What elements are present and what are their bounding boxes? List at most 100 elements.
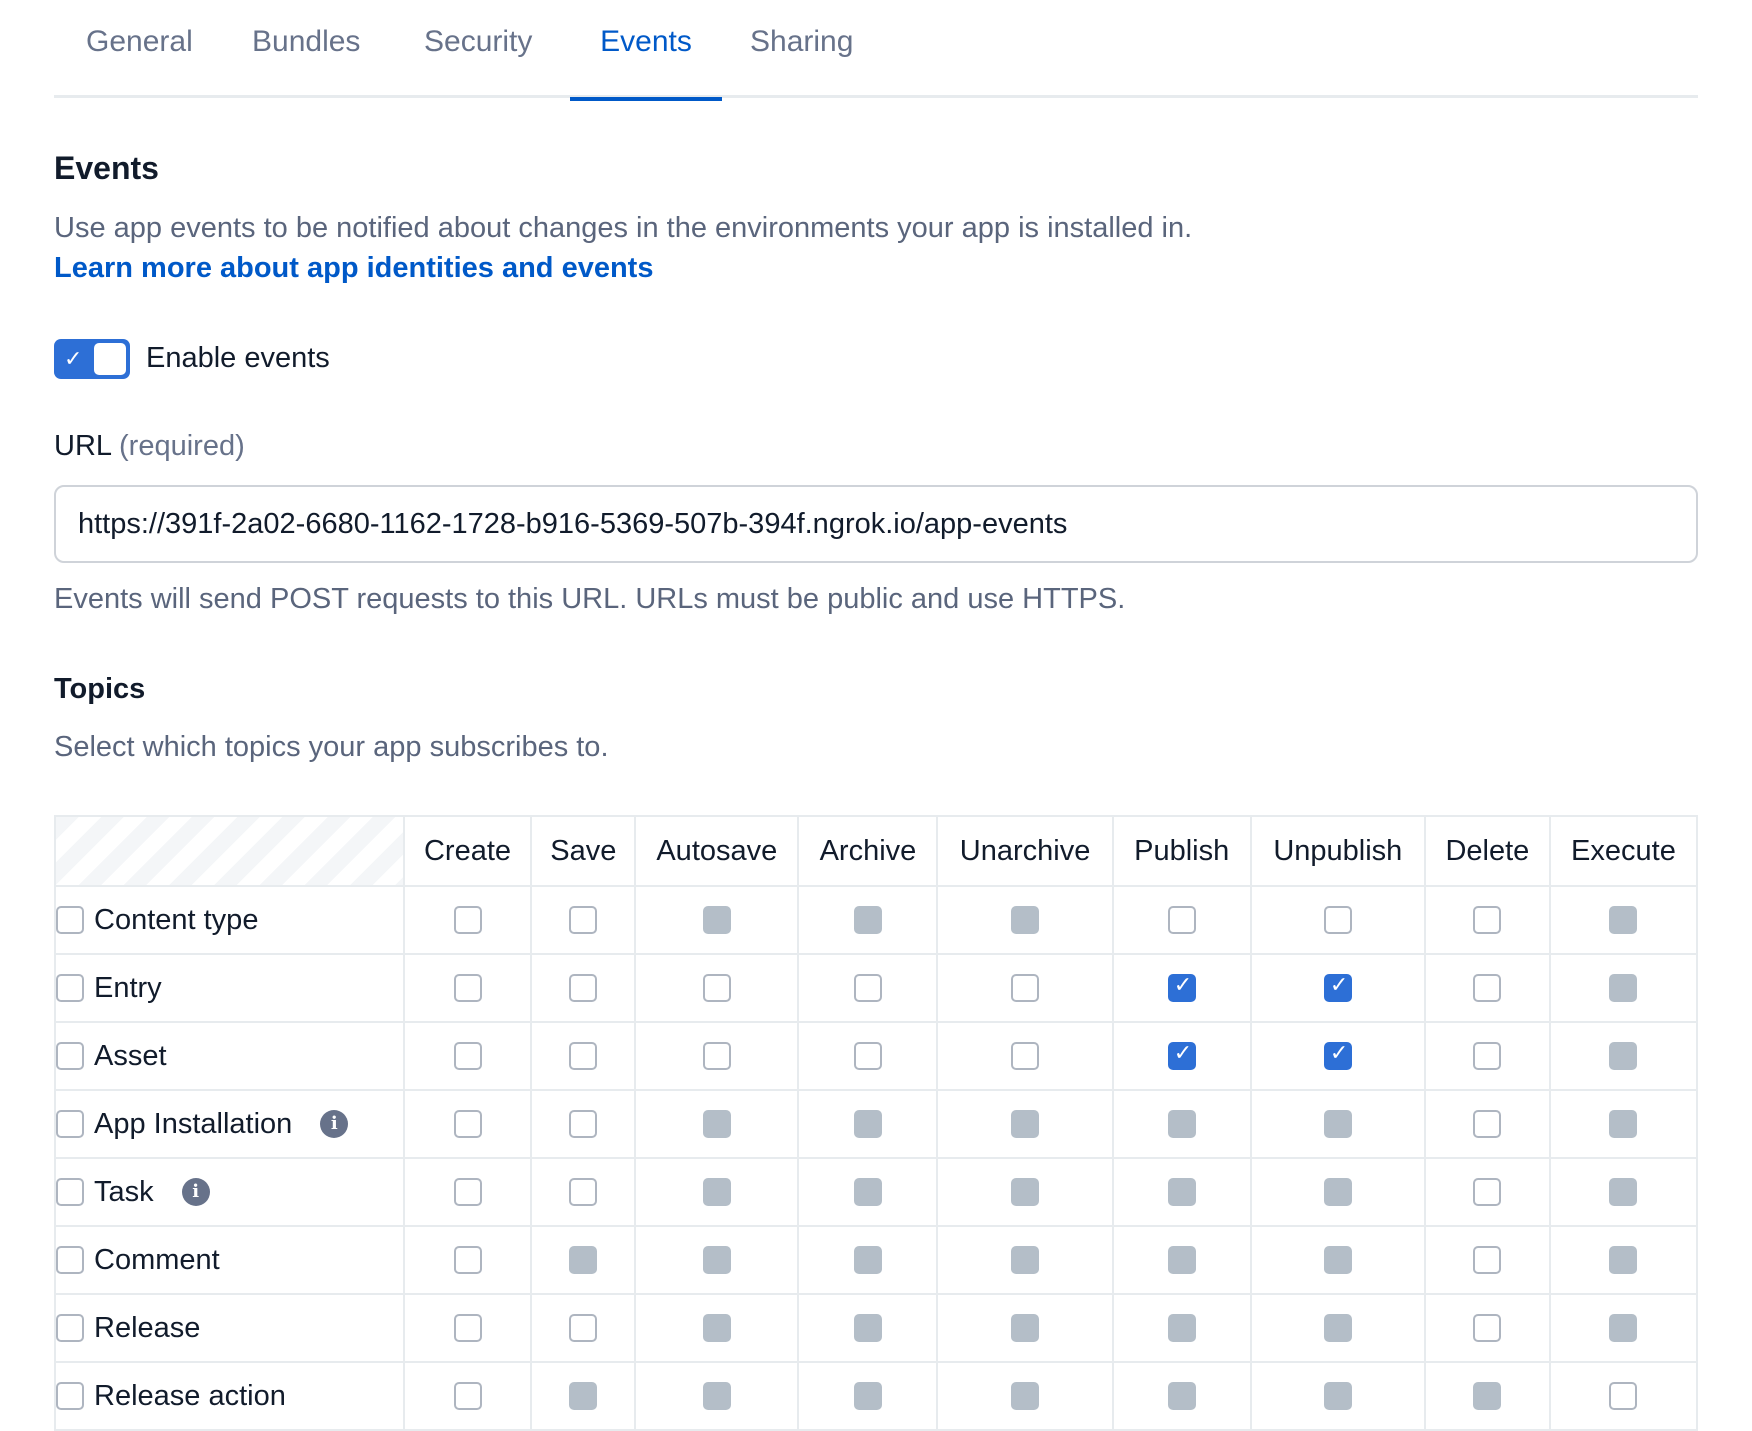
table-corner [54,815,405,887]
topic-checkbox-entry-publish[interactable] [1167,973,1196,1002]
tab-bundles[interactable]: Bundles [252,0,360,98]
topic-checkbox-app-installation-publish [1167,1110,1196,1138]
topic-checkbox-release-action-delete [1473,1382,1502,1410]
topic-checkbox-content-type-save[interactable] [569,906,598,934]
topic-checkbox-asset-create[interactable] [453,1042,482,1070]
topic-checkbox-app-installation-save[interactable] [569,1110,598,1138]
learn-more-link[interactable]: Learn more about app identities and even… [54,252,653,285]
table-cell [1111,953,1252,1023]
topic-checkbox-entry-archive[interactable] [853,974,882,1002]
topic-checkbox-comment-create[interactable] [453,1246,482,1274]
topic-checkbox-app-installation-create[interactable] [453,1110,482,1138]
row-label: App Installation [94,1107,293,1140]
topic-checkbox-release-save[interactable] [569,1314,598,1342]
topic-checkbox-app-installation-delete[interactable] [1473,1110,1502,1138]
topic-checkbox-comment-autosave [702,1246,731,1274]
row-select-all-checkbox[interactable] [56,1110,84,1138]
topic-checkbox-asset-unpublish[interactable] [1323,1041,1352,1070]
row-header-wrap: Comment [56,1244,403,1277]
table-cell [402,1225,533,1295]
row-select-all-checkbox[interactable] [56,906,84,934]
topic-checkbox-release-action-execute[interactable] [1609,1382,1638,1410]
topic-checkbox-release-autosave [702,1314,731,1342]
topics-title: Topics [54,673,146,705]
table-cell [936,1021,1114,1091]
tab-general[interactable]: General [86,0,193,98]
topic-checkbox-release-publish [1167,1314,1196,1342]
topic-checkbox-comment-delete[interactable] [1473,1246,1502,1274]
row-select-all-checkbox[interactable] [56,1382,84,1410]
topic-checkbox-task-delete[interactable] [1473,1178,1502,1206]
topic-checkbox-release-action-create[interactable] [453,1382,482,1410]
topic-checkbox-entry-create[interactable] [453,974,482,1002]
row-select-all-checkbox[interactable] [56,1178,84,1206]
topic-checkbox-entry-autosave[interactable] [702,974,731,1002]
table-cell [634,953,800,1023]
topic-checkbox-release-delete[interactable] [1473,1314,1502,1342]
topic-checkbox-entry-unpublish[interactable] [1323,973,1352,1002]
topics-table: Create Save Autosave Archive Unarchive Publis… [54,815,1699,1431]
table-cell [530,1225,637,1295]
table-cell [1111,1361,1252,1431]
tab-security[interactable]: Security [424,0,532,98]
topic-checkbox-app-installation-unarchive [1011,1110,1040,1138]
topic-checkbox-asset-archive[interactable] [853,1042,882,1070]
row-select-all-checkbox[interactable] [56,974,84,1002]
topic-checkbox-content-type-publish[interactable] [1167,906,1196,934]
table-cell [1111,1225,1252,1295]
row-select-all-checkbox[interactable] [56,1246,84,1274]
table-cell [634,1361,800,1431]
topic-checkbox-release-archive [853,1314,882,1342]
row-header-wrap: Release [56,1312,403,1345]
column-header-unarchive: Unarchive [936,815,1114,887]
topic-checkbox-task-create[interactable] [453,1178,482,1206]
info-icon[interactable]: i [320,1110,349,1138]
table-cell [936,1361,1114,1431]
row-select-all-checkbox[interactable] [56,1042,84,1070]
topic-checkbox-release-create[interactable] [453,1314,482,1342]
topic-checkbox-content-type-delete[interactable] [1473,906,1502,934]
topic-checkbox-entry-save[interactable] [569,974,598,1002]
topic-checkbox-asset-delete[interactable] [1473,1042,1502,1070]
topic-checkbox-asset-publish[interactable] [1167,1041,1196,1070]
row-label: Content type [94,903,259,936]
table-cell [634,1021,800,1091]
table-cell [936,885,1114,955]
table-cell [402,953,533,1023]
table-cell [530,1293,637,1363]
table-cell [1111,1157,1252,1227]
row-label: Release action [94,1379,286,1412]
topic-checkbox-asset-autosave[interactable] [702,1042,731,1070]
row-label: Entry [94,971,162,1004]
topic-checkbox-task-save[interactable] [569,1178,598,1206]
table-cell [1111,885,1252,955]
topic-checkbox-asset-unarchive[interactable] [1011,1042,1040,1070]
row-select-all-checkbox[interactable] [56,1314,84,1342]
table-cell [1548,1293,1699,1363]
column-header-execute: Execute [1548,815,1699,887]
topic-checkbox-release-action-unpublish [1323,1382,1352,1410]
topic-checkbox-app-installation-execute [1609,1110,1638,1138]
topic-checkbox-comment-save [569,1246,598,1274]
tab-events[interactable]: Events [570,0,722,101]
row-header-wrap: Entry [56,972,403,1005]
table-cell [1423,885,1551,955]
table-cell [936,1089,1114,1159]
topic-checkbox-content-type-create[interactable] [453,906,482,934]
topic-checkbox-asset-save[interactable] [569,1042,598,1070]
table-cell [936,1157,1114,1227]
table-cell [530,1089,637,1159]
topic-checkbox-entry-unarchive[interactable] [1011,974,1040,1002]
topic-checkbox-entry-delete[interactable] [1473,974,1502,1002]
enable-events-toggle[interactable]: ✓ [54,339,130,379]
info-icon[interactable]: i [181,1178,210,1206]
topic-checkbox-task-publish [1167,1178,1196,1206]
topic-checkbox-asset-execute [1609,1042,1638,1070]
tab-sharing[interactable]: Sharing [750,0,853,98]
topic-checkbox-content-type-unpublish[interactable] [1323,906,1352,934]
topics-description: Select which topics your app subscribes … [54,731,609,763]
row-header-content-type: Content type [54,885,405,955]
url-input[interactable] [54,485,1698,563]
table-cell [797,1157,939,1227]
row-header-release-action: Release action [54,1361,405,1431]
